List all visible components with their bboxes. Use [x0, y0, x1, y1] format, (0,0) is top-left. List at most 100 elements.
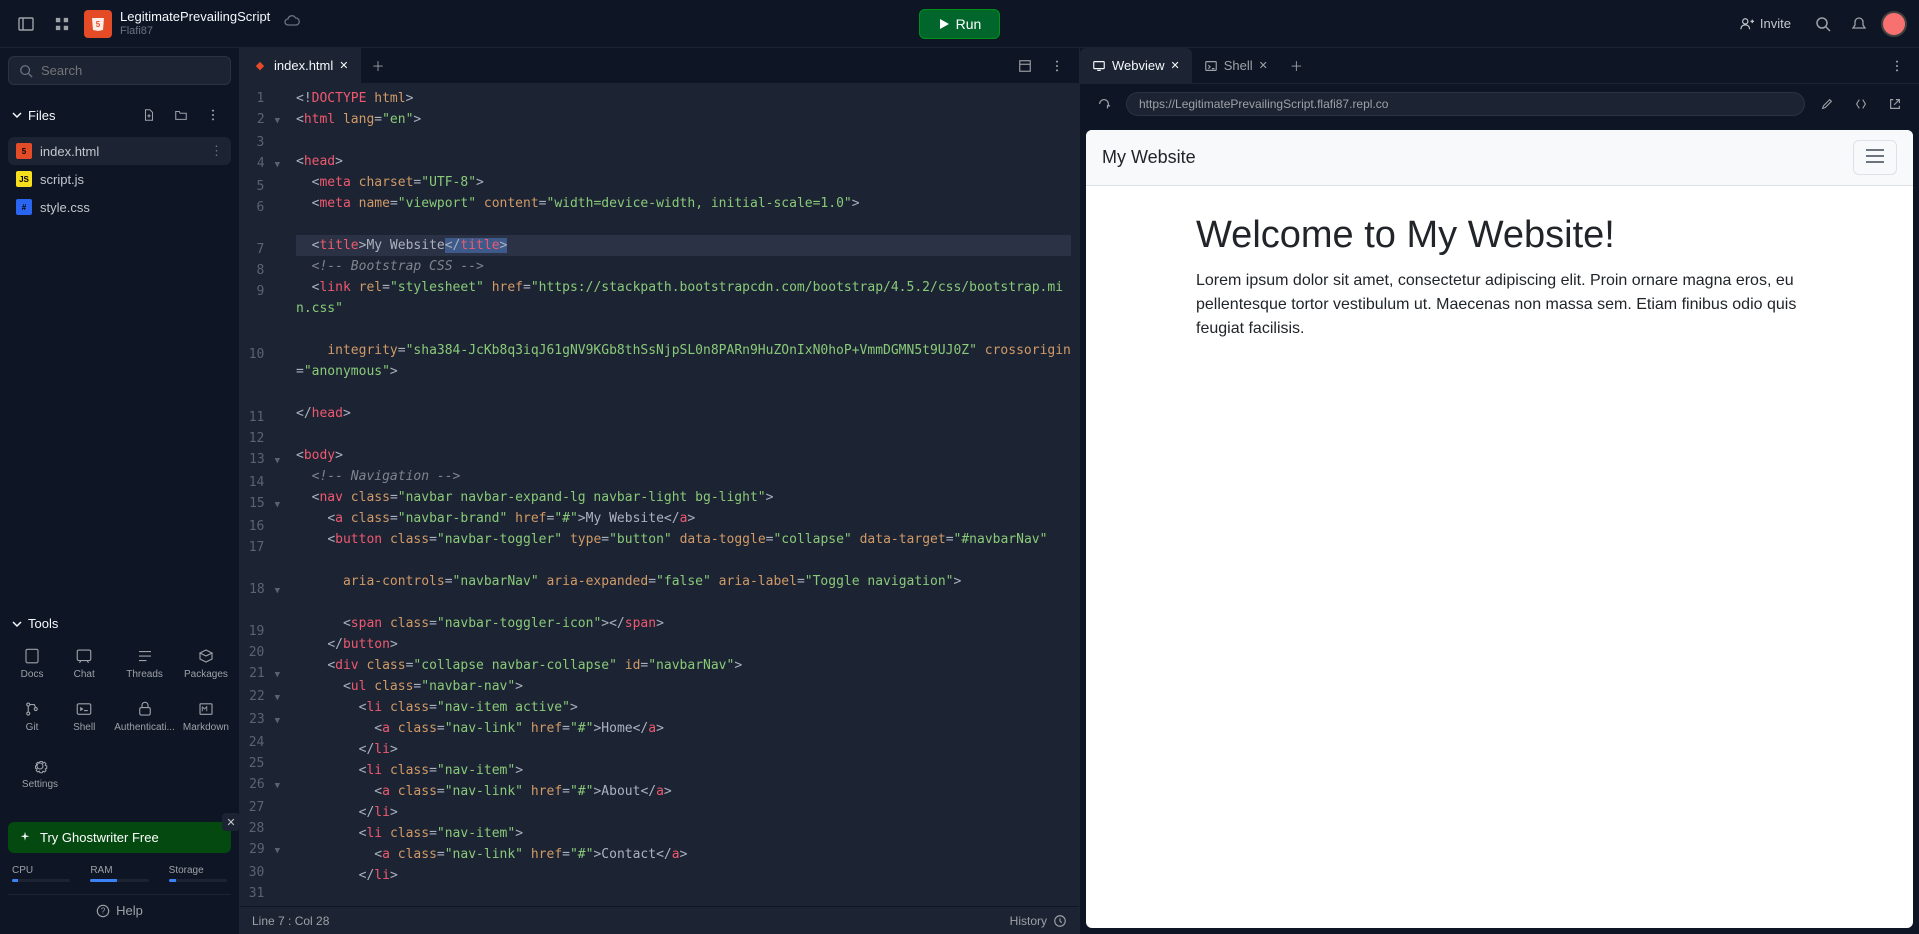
- url-input[interactable]: https://LegitimatePrevailingScript.flafi…: [1126, 92, 1805, 116]
- webview-hamburger[interactable]: [1853, 140, 1897, 175]
- project-owner[interactable]: Flafi87: [120, 25, 270, 38]
- file-item-index-html[interactable]: 5 index.html ⋮: [8, 137, 231, 165]
- gear-icon: [31, 757, 49, 775]
- devtools-icon[interactable]: [1847, 90, 1875, 118]
- tool-markdown[interactable]: Markdown: [181, 692, 231, 741]
- search-input[interactable]: [41, 63, 220, 78]
- sparkle-icon: [18, 831, 32, 845]
- tool-icon: [197, 647, 215, 665]
- editor-more-icon[interactable]: [1043, 52, 1071, 80]
- tool-threads[interactable]: Threads: [112, 639, 177, 688]
- project-type-icon: 5: [84, 10, 112, 38]
- monitor-icon: [1092, 59, 1106, 73]
- tool-authenticati-[interactable]: Authenticati...: [112, 692, 177, 741]
- tool-label: Shell: [73, 722, 95, 733]
- code-editor[interactable]: 1 2 ▼3 4 ▼5 6 7 8 9 10 11 12 13 ▼14 15 ▼…: [240, 84, 1079, 906]
- tool-label: Settings: [22, 779, 58, 790]
- file-name: style.css: [40, 200, 90, 215]
- file-more-icon[interactable]: ⋮: [210, 143, 223, 159]
- file-item-style-css[interactable]: # style.css: [0, 193, 239, 221]
- sidebar: Files 5index.html⋮JSscript.js#style.css …: [0, 48, 240, 934]
- ghostwriter-label: Try Ghostwriter Free: [40, 830, 159, 845]
- sidebar-toggle-icon[interactable]: [12, 10, 40, 38]
- tool-chat[interactable]: Chat: [60, 639, 108, 688]
- tool-icon: [197, 700, 215, 718]
- tool-label: Docs: [21, 669, 44, 680]
- history-icon[interactable]: [1053, 914, 1067, 928]
- cursor-position: Line 7 : Col 28: [252, 914, 329, 928]
- run-button[interactable]: Run: [919, 9, 1001, 39]
- preview-tab-add[interactable]: ＋: [1280, 56, 1313, 75]
- stat-storage: Storage: [169, 865, 227, 882]
- chevron-down-icon[interactable]: [12, 619, 22, 629]
- new-folder-icon[interactable]: [167, 101, 195, 129]
- help-button[interactable]: ? Help: [8, 894, 231, 926]
- webview-brand[interactable]: My Website: [1102, 147, 1196, 168]
- tool-label: Markdown: [183, 722, 229, 733]
- tab-close-icon[interactable]: ✕: [1171, 59, 1180, 72]
- html-file-icon: 5: [16, 143, 32, 159]
- tool-label: Authenticati...: [114, 722, 175, 733]
- tool-packages[interactable]: Packages: [181, 639, 231, 688]
- tab-label: Webview: [1112, 58, 1165, 73]
- tool-icon: [75, 647, 93, 665]
- apps-icon[interactable]: [48, 10, 76, 38]
- layout-icon[interactable]: [1011, 52, 1039, 80]
- tool-git[interactable]: Git: [8, 692, 56, 741]
- editor-panel: ◆ index.html ✕ ＋ 1 2 ▼3 4 ▼5 6 7 8 9 10 …: [240, 48, 1079, 934]
- editor-tab-index[interactable]: ◆ index.html ✕: [240, 48, 361, 83]
- hamburger-icon: [1864, 147, 1886, 165]
- preview-more-icon[interactable]: [1883, 52, 1911, 80]
- tab-add-button[interactable]: ＋: [361, 56, 394, 75]
- project-title[interactable]: LegitimatePrevailingScript: [120, 9, 270, 25]
- tool-settings[interactable]: Settings: [12, 749, 68, 798]
- js-file-icon: JS: [16, 171, 32, 187]
- open-external-icon[interactable]: [1881, 90, 1909, 118]
- file-name: index.html: [40, 144, 99, 159]
- search-icon: [19, 64, 33, 78]
- tool-icon: [136, 647, 154, 665]
- tool-icon: [23, 647, 41, 665]
- user-avatar[interactable]: [1881, 11, 1907, 37]
- run-label: Run: [956, 16, 982, 32]
- search-header-icon[interactable]: [1809, 10, 1837, 38]
- tool-label: Git: [26, 722, 39, 733]
- notifications-icon[interactable]: [1845, 10, 1873, 38]
- tab-close-icon[interactable]: ✕: [1259, 59, 1268, 72]
- tab-close-icon[interactable]: ✕: [339, 59, 348, 72]
- search-box[interactable]: [8, 56, 231, 85]
- tab-webview[interactable]: Webview ✕: [1080, 48, 1192, 83]
- file-item-script-js[interactable]: JS script.js: [0, 165, 239, 193]
- html-file-icon: ◆: [252, 58, 268, 74]
- tool-shell[interactable]: Shell: [60, 692, 108, 741]
- tab-shell[interactable]: Shell ✕: [1192, 48, 1280, 83]
- tool-icon: [136, 700, 154, 718]
- ghostwriter-close-icon[interactable]: ✕: [222, 813, 240, 831]
- webview-paragraph: Lorem ipsum dolor sit amet, consectetur …: [1196, 269, 1803, 341]
- tools-header-label: Tools: [28, 616, 58, 631]
- new-file-icon[interactable]: [135, 101, 163, 129]
- tab-label: Shell: [1224, 58, 1253, 73]
- tool-label: Chat: [74, 669, 95, 680]
- tool-label: Packages: [184, 669, 228, 680]
- tab-label: index.html: [274, 58, 333, 73]
- svg-text:?: ?: [101, 906, 106, 915]
- ghostwriter-banner[interactable]: Try Ghostwriter Free: [8, 822, 231, 853]
- invite-button[interactable]: Invite: [1730, 12, 1801, 35]
- sync-status-icon: [284, 14, 300, 33]
- preview-panel: Webview ✕ Shell ✕ ＋ https://LegitimatePr…: [1079, 48, 1919, 934]
- css-file-icon: #: [16, 199, 32, 215]
- tool-docs[interactable]: Docs: [8, 639, 56, 688]
- help-label: Help: [116, 903, 143, 918]
- chevron-down-icon[interactable]: [12, 110, 22, 120]
- play-icon: [938, 18, 950, 30]
- tool-label: Threads: [126, 669, 163, 680]
- webview-heading: Welcome to My Website!: [1196, 214, 1803, 257]
- file-name: script.js: [40, 172, 84, 187]
- files-more-icon[interactable]: [199, 101, 227, 129]
- user-plus-icon: [1740, 17, 1754, 31]
- tool-icon: [75, 700, 93, 718]
- reload-icon[interactable]: [1090, 90, 1118, 118]
- edit-url-icon[interactable]: [1813, 90, 1841, 118]
- history-button[interactable]: History: [1010, 914, 1047, 928]
